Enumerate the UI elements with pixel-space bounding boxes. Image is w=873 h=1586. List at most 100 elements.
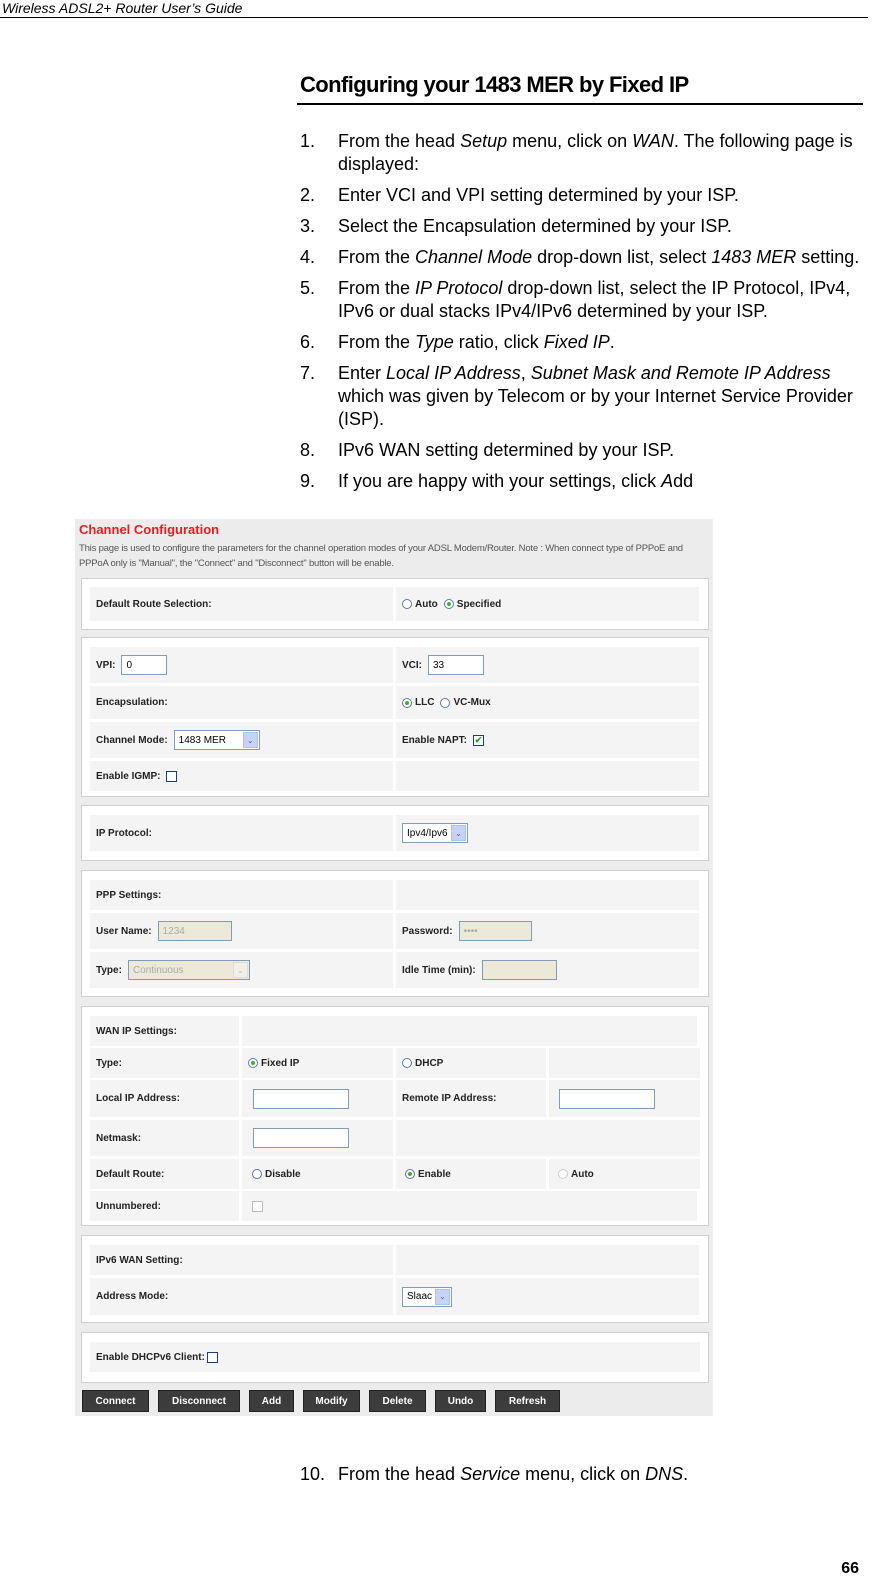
local-ip-input[interactable]	[253, 1088, 349, 1109]
radio-checked-icon[interactable]	[443, 599, 454, 609]
ppp-type-label: Type:	[96, 964, 122, 976]
step-emphasis: Channel Mode	[415, 247, 533, 267]
ppp-type-select[interactable]: Continuous ⌄	[127, 960, 250, 980]
idle-time-label: Idle Time (min):	[402, 964, 476, 976]
header-rule	[0, 17, 868, 18]
default-route-selection-options: Auto Specified	[396, 587, 699, 621]
modify-button[interactable]: Modify	[303, 1390, 360, 1412]
step-emphasis: IP Protocol	[415, 278, 503, 298]
radio-checked-icon[interactable]	[248, 1058, 258, 1068]
ppp-type-cell: Type: Continuous ⌄	[90, 952, 393, 988]
step-text: menu, click on	[520, 1464, 646, 1484]
default-route-disable-option[interactable]: Disable	[242, 1159, 393, 1189]
enable-igmp-checkbox[interactable]	[166, 770, 178, 782]
dhcpv6-client-checkbox[interactable]	[206, 1351, 218, 1363]
user-name-input[interactable]: 1234	[157, 921, 232, 941]
empty-cell	[396, 880, 699, 910]
vpi-input[interactable]: 0	[121, 655, 168, 675]
enable-napt-label: Enable NAPT:	[402, 734, 468, 746]
step-number: 4.	[300, 247, 316, 267]
disconnect-button[interactable]: Disconnect	[158, 1390, 240, 1412]
local-ip-label: Local IP Address:	[90, 1080, 239, 1117]
ip-protocol-cell: Ipv4/Ipv6 ⌄	[396, 815, 699, 851]
radio-unchecked-icon[interactable]	[252, 1169, 262, 1179]
step-list: 1. From the head Setup menu, click on WAN…	[300, 130, 870, 501]
step-emphasis: Setup	[460, 131, 508, 151]
default-route-enable-option[interactable]: Enable	[396, 1159, 546, 1189]
vpi-cell: VPI: 0	[90, 647, 393, 683]
step-text: ,	[520, 363, 531, 383]
wan-ip-settings-heading: WAN IP Settings:	[90, 1016, 239, 1046]
radio-unchecked-icon[interactable]	[402, 1058, 412, 1068]
radio-unchecked-icon[interactable]	[402, 599, 412, 609]
ip-protocol-select[interactable]: Ipv4/Ipv6 ⌄	[402, 823, 468, 843]
step-text: Select the Encapsulation determined by y…	[338, 216, 732, 236]
enable-igmp-cell: Enable IGMP:	[90, 761, 393, 791]
ppp-settings-heading: PPP Settings:	[90, 880, 393, 910]
netmask-input[interactable]	[253, 1128, 349, 1148]
vci-input[interactable]: 33	[428, 655, 484, 675]
default-route-selection-label: Default Route Selection:	[90, 587, 393, 621]
step-text: Enter VCI and VPI setting determined by …	[338, 185, 739, 205]
default-route-specified-option[interactable]: Specified	[443, 599, 501, 610]
step-emphasis: Local IP Address	[386, 363, 521, 383]
channel-mode-label: Channel Mode:	[96, 734, 168, 746]
wan-type-fixed-ip-option[interactable]: Fixed IP	[242, 1048, 393, 1078]
user-name-cell: User Name: 1234	[90, 913, 393, 949]
radio-checked-icon[interactable]	[402, 697, 412, 708]
radio-unchecked-icon[interactable]	[440, 697, 451, 708]
step-number: 7.	[300, 363, 316, 383]
channel-config-description: This page is used to configure the param…	[79, 543, 683, 569]
step-item: 4. From the Channel Mode drop-down list, …	[300, 246, 870, 269]
step-text: setting.	[796, 247, 860, 267]
enable-napt-checkbox[interactable]: ✔	[473, 734, 485, 746]
refresh-button[interactable]: Refresh	[495, 1390, 560, 1412]
step-number: 10.	[300, 1464, 326, 1484]
wan-type-dhcp-option[interactable]: DHCP	[396, 1048, 546, 1078]
password-input[interactable]: ••••	[458, 921, 532, 941]
step-emphasis: A	[661, 471, 674, 491]
radio-checked-icon[interactable]	[405, 1169, 415, 1179]
chevron-down-icon[interactable]: ⌄	[451, 825, 466, 841]
default-route-auto-option[interactable]: Auto	[402, 599, 438, 610]
step-item: 1. From the head Setup menu, click on WAN…	[300, 130, 870, 176]
step-number: 5.	[300, 278, 316, 298]
step-emphasis: Service	[460, 1464, 521, 1484]
step-text: From the	[338, 332, 416, 352]
unnumbered-checkbox[interactable]	[252, 1200, 263, 1212]
empty-cell	[549, 1048, 700, 1078]
step-text: Enter	[338, 363, 387, 383]
empty-cell	[396, 1120, 700, 1156]
step-text: IPv6 WAN setting determined by your ISP.	[338, 440, 675, 460]
idle-time-input[interactable]	[481, 960, 557, 980]
chevron-down-icon[interactable]: ⌄	[435, 1288, 450, 1305]
checkmark-icon: ✔	[474, 734, 483, 745]
step-number: 1.	[300, 131, 316, 151]
step-emphasis: Type	[415, 332, 454, 352]
radio-disabled-icon[interactable]	[558, 1169, 568, 1179]
chevron-down-icon[interactable]: ⌄	[242, 732, 258, 748]
running-header: Wireless ADSL2+ Router User’s Guide	[2, 0, 243, 16]
address-mode-select[interactable]: Slaac ⌄	[402, 1286, 452, 1307]
address-mode-label: Address Mode:	[90, 1278, 393, 1315]
add-button[interactable]: Add	[249, 1390, 294, 1412]
section-title: Configuring your 1483 MER by Fixed IP	[300, 72, 689, 97]
delete-button[interactable]: Delete	[369, 1390, 426, 1412]
chevron-down-icon[interactable]: ⌄	[232, 962, 248, 978]
step-number: 9.	[300, 471, 316, 491]
dhcpv6-client-cell: Enable DHCPv6 Client:	[90, 1342, 700, 1372]
undo-button[interactable]: Undo	[435, 1390, 486, 1412]
default-route-auto-option[interactable]: Auto	[549, 1159, 700, 1189]
action-button-bar: Connect Disconnect Add Modify Delete Und…	[82, 1390, 569, 1412]
ip-protocol-panel: IP Protocol: Ipv4/Ipv6 ⌄	[81, 805, 709, 861]
ppp-settings-panel: PPP Settings: User Name: 1234 Password: …	[81, 870, 709, 997]
unnumbered-label: Unnumbered:	[90, 1191, 239, 1221]
connect-button[interactable]: Connect	[82, 1390, 149, 1412]
remote-ip-input[interactable]	[559, 1088, 655, 1109]
encapsulation-llc-option[interactable]: LLC	[402, 697, 434, 708]
encapsulation-vcmux-option[interactable]: VC-Mux	[440, 697, 491, 708]
enable-napt-cell: Enable NAPT: ✔	[396, 722, 699, 758]
step-text: dd	[673, 471, 694, 491]
channel-config-title: Channel Configuration	[79, 522, 220, 537]
channel-mode-select[interactable]: 1483 MER ⌄	[173, 730, 260, 750]
